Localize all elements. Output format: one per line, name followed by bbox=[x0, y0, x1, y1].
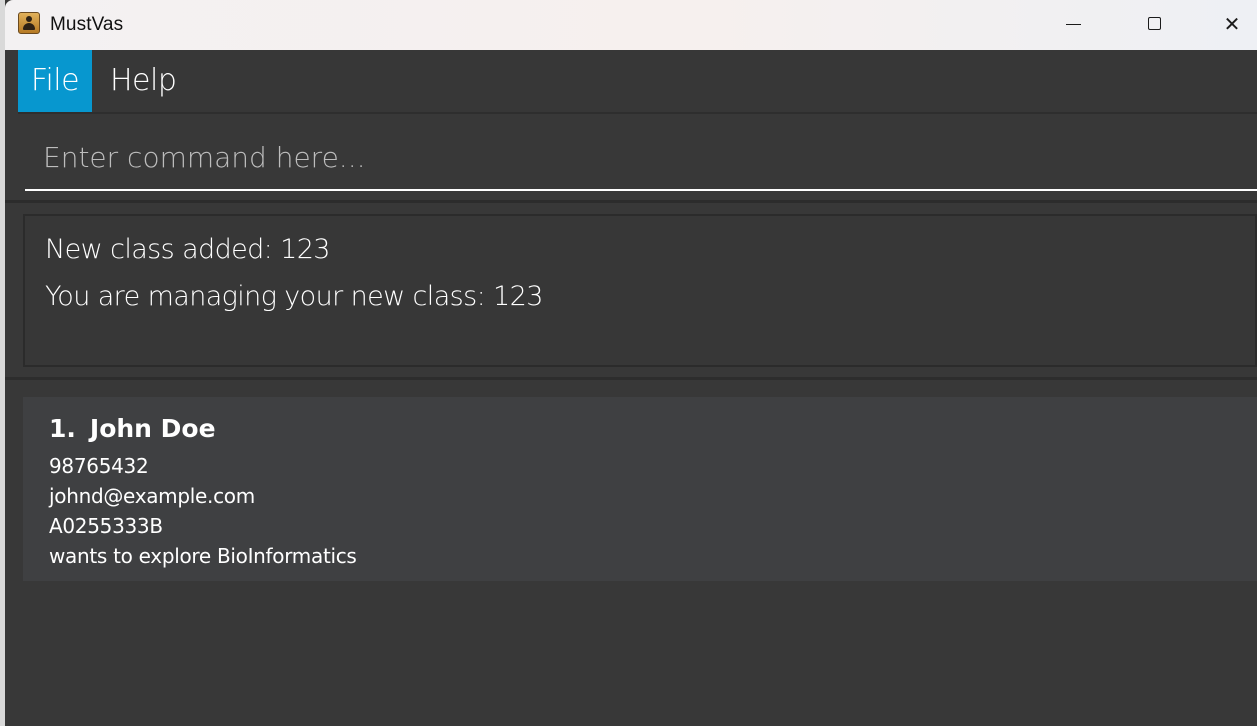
person-student-id: A0255333B bbox=[49, 514, 163, 538]
section-divider bbox=[5, 377, 1257, 380]
person-index: 1. bbox=[49, 414, 76, 443]
result-display: New class added: 123 You are managing yo… bbox=[23, 214, 1257, 367]
person-email: johnd@example.com bbox=[49, 484, 255, 508]
title-bar[interactable]: MustVas ✕ bbox=[5, 0, 1257, 50]
result-message-line: You are managing your new class: 123 bbox=[45, 281, 543, 312]
command-box bbox=[5, 114, 1257, 203]
person-phone: 98765432 bbox=[49, 454, 149, 478]
command-input[interactable] bbox=[25, 131, 1257, 191]
minimize-icon bbox=[1066, 24, 1081, 25]
address-book-icon bbox=[18, 12, 40, 34]
person-list[interactable]: 1. John Doe 98765432 johnd@example.com A0… bbox=[23, 397, 1257, 726]
result-message-line: New class added: 123 bbox=[45, 234, 330, 265]
minimize-button[interactable] bbox=[1034, 0, 1114, 50]
menu-help[interactable]: Help bbox=[110, 50, 190, 112]
person-name: John Doe bbox=[89, 414, 216, 443]
person-remark: wants to explore BioInformatics bbox=[49, 544, 357, 568]
window-title: MustVas bbox=[50, 14, 124, 35]
menu-file[interactable]: File bbox=[18, 50, 92, 112]
main-content: File Help New class added: 123 You are m… bbox=[5, 50, 1257, 726]
person-card[interactable]: 1. John Doe 98765432 johnd@example.com A0… bbox=[23, 397, 1257, 581]
maximize-button[interactable] bbox=[1114, 0, 1194, 50]
person-name-row: 1. John Doe bbox=[49, 414, 216, 443]
close-button[interactable]: ✕ bbox=[1194, 0, 1257, 50]
app-window: MustVas ✕ File Help New class added: 123… bbox=[0, 0, 1257, 726]
menu-bar: File Help bbox=[18, 50, 1257, 114]
close-icon: ✕ bbox=[1223, 12, 1241, 36]
maximize-icon bbox=[1148, 17, 1161, 30]
